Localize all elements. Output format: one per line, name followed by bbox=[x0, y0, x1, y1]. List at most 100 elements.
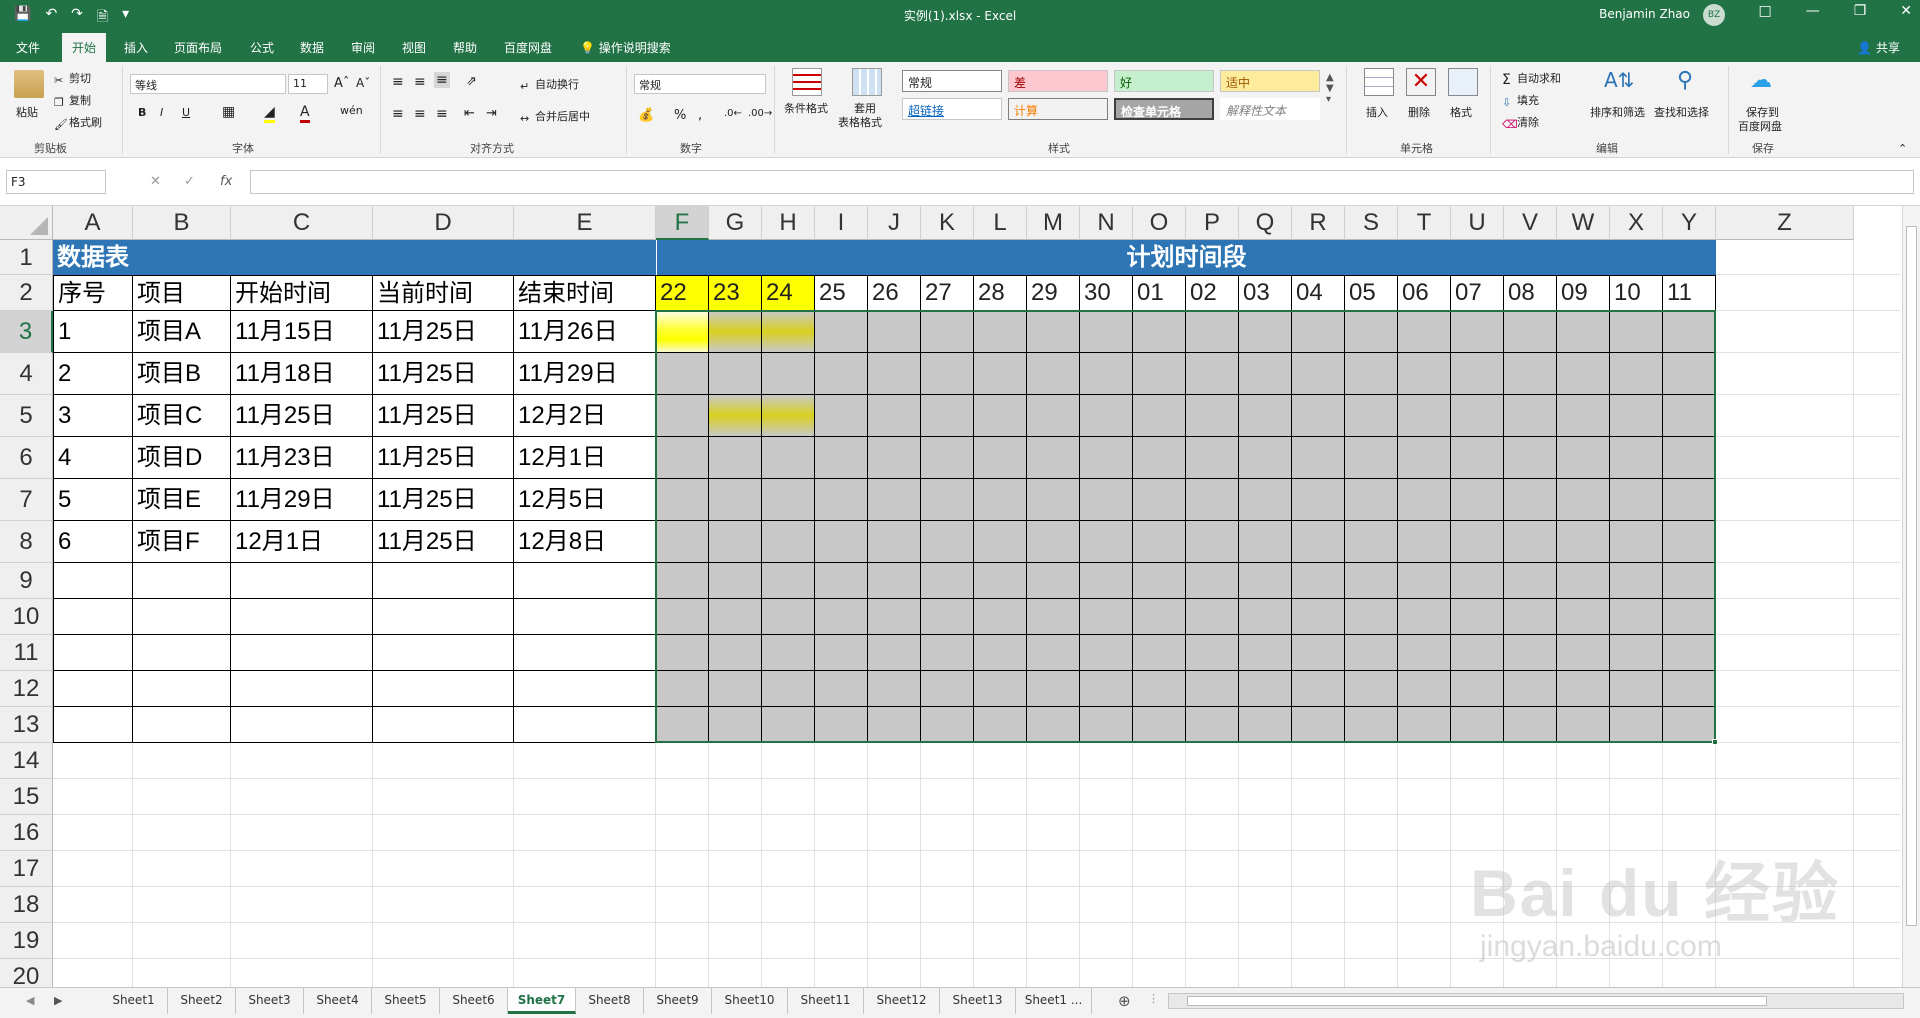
gantt-cell[interactable] bbox=[1610, 671, 1663, 707]
gantt-cell[interactable] bbox=[709, 671, 762, 707]
column-header-i[interactable]: I bbox=[815, 206, 868, 240]
date-header-cell[interactable]: 02 bbox=[1186, 275, 1239, 311]
gantt-cell[interactable] bbox=[1133, 635, 1186, 671]
borders-icon[interactable]: ▦ bbox=[222, 104, 235, 120]
gantt-cell[interactable] bbox=[656, 353, 709, 395]
gantt-cell[interactable] bbox=[1133, 479, 1186, 521]
tell-me-search[interactable]: 💡 操作说明搜索 bbox=[580, 39, 671, 56]
close-icon[interactable]: ✕ bbox=[1900, 3, 1912, 19]
conditional-format-button[interactable]: 条件格式 bbox=[784, 100, 828, 116]
table-cell[interactable] bbox=[231, 599, 373, 635]
gantt-cell[interactable] bbox=[1292, 635, 1345, 671]
gantt-cell[interactable] bbox=[656, 521, 709, 563]
gantt-cell[interactable] bbox=[1027, 437, 1080, 479]
gantt-cell[interactable] bbox=[1451, 437, 1504, 479]
gantt-cell[interactable] bbox=[762, 635, 815, 671]
sort-filter-icon[interactable]: A⇅ bbox=[1604, 68, 1634, 96]
gantt-cell[interactable] bbox=[1239, 521, 1292, 563]
gantt-cell[interactable] bbox=[1133, 707, 1186, 743]
gantt-cell[interactable] bbox=[1557, 707, 1610, 743]
collapse-ribbon-icon[interactable]: ⌃ bbox=[1898, 142, 1907, 155]
gantt-cell[interactable] bbox=[921, 521, 974, 563]
gantt-cell[interactable] bbox=[1610, 479, 1663, 521]
table-cell[interactable]: 11月29日 bbox=[514, 353, 656, 395]
gantt-cell[interactable] bbox=[709, 353, 762, 395]
gantt-cell[interactable] bbox=[868, 395, 921, 437]
gantt-cell[interactable] bbox=[656, 635, 709, 671]
tab-formulas[interactable]: 公式 bbox=[250, 39, 274, 56]
gantt-cell[interactable] bbox=[1080, 707, 1133, 743]
gantt-cell[interactable] bbox=[1080, 479, 1133, 521]
table-cell[interactable]: 11月25日 bbox=[373, 521, 514, 563]
row-header-18[interactable]: 18 bbox=[0, 887, 53, 923]
gantt-cell[interactable] bbox=[1239, 563, 1292, 599]
gantt-cell[interactable] bbox=[1451, 707, 1504, 743]
gantt-cell[interactable] bbox=[1027, 521, 1080, 563]
gantt-cell[interactable] bbox=[815, 353, 868, 395]
gantt-cell[interactable] bbox=[1398, 353, 1451, 395]
row-header-2[interactable]: 2 bbox=[0, 275, 53, 311]
gantt-cell[interactable] bbox=[656, 395, 709, 437]
gantt-cell[interactable] bbox=[1133, 671, 1186, 707]
table-cell[interactable]: 2 bbox=[53, 353, 133, 395]
tab-splitter-icon[interactable]: ⋮ bbox=[1148, 992, 1159, 1005]
format-cells-button[interactable]: 格式 bbox=[1450, 104, 1472, 120]
tab-insert[interactable]: 插入 bbox=[124, 39, 148, 56]
gantt-cell[interactable] bbox=[709, 437, 762, 479]
tab-baidu-pan[interactable]: 百度网盘 bbox=[504, 39, 552, 56]
gantt-cell[interactable] bbox=[921, 635, 974, 671]
gantt-cell[interactable] bbox=[974, 521, 1027, 563]
horizontal-scrollbar[interactable] bbox=[1168, 993, 1904, 1009]
row-header-20[interactable]: 20 bbox=[0, 959, 53, 987]
sheet-tab[interactable]: Sheet3 bbox=[236, 988, 304, 1014]
table-cell[interactable] bbox=[133, 671, 231, 707]
gantt-cell[interactable] bbox=[1133, 599, 1186, 635]
gantt-cell[interactable] bbox=[1186, 311, 1239, 353]
gantt-cell[interactable] bbox=[762, 437, 815, 479]
gantt-cell[interactable] bbox=[1398, 635, 1451, 671]
column-header-a[interactable]: A bbox=[53, 206, 133, 240]
gantt-cell[interactable] bbox=[1345, 311, 1398, 353]
gantt-cell[interactable] bbox=[868, 599, 921, 635]
gantt-cell[interactable] bbox=[1451, 395, 1504, 437]
header-cell[interactable]: 开始时间 bbox=[231, 275, 373, 311]
gantt-cell[interactable] bbox=[1345, 353, 1398, 395]
gantt-cell[interactable] bbox=[1663, 437, 1716, 479]
row-header-7[interactable]: 7 bbox=[0, 479, 53, 521]
gantt-cell[interactable] bbox=[974, 437, 1027, 479]
gantt-cell[interactable] bbox=[1027, 599, 1080, 635]
gantt-cell[interactable] bbox=[656, 437, 709, 479]
gantt-cell[interactable] bbox=[1504, 563, 1557, 599]
align-bottom-icon[interactable]: ≡ bbox=[434, 72, 450, 88]
gantt-cell[interactable] bbox=[868, 671, 921, 707]
gantt-cell[interactable] bbox=[762, 353, 815, 395]
date-header-cell[interactable]: 27 bbox=[921, 275, 974, 311]
table-cell[interactable]: 12月1日 bbox=[231, 521, 373, 563]
gantt-cell[interactable] bbox=[709, 479, 762, 521]
gantt-cell[interactable] bbox=[815, 707, 868, 743]
table-cell[interactable] bbox=[133, 707, 231, 743]
clear-button[interactable]: ⌫清除 bbox=[1502, 114, 1539, 131]
gantt-cell[interactable] bbox=[656, 707, 709, 743]
gantt-cell[interactable] bbox=[762, 479, 815, 521]
gantt-cell[interactable] bbox=[762, 599, 815, 635]
table-cell[interactable]: 1 bbox=[53, 311, 133, 353]
data-table-title[interactable]: 数据表 bbox=[53, 240, 656, 275]
gantt-cell[interactable] bbox=[1557, 563, 1610, 599]
gantt-cell[interactable] bbox=[1345, 707, 1398, 743]
prev-sheet-icon[interactable]: ◀ bbox=[26, 994, 34, 1007]
gantt-cell[interactable] bbox=[1239, 599, 1292, 635]
date-header-cell[interactable]: 05 bbox=[1345, 275, 1398, 311]
row-header-6[interactable]: 6 bbox=[0, 437, 53, 479]
gantt-cell[interactable] bbox=[1133, 311, 1186, 353]
gantt-cell[interactable] bbox=[921, 563, 974, 599]
gantt-cell[interactable] bbox=[921, 707, 974, 743]
save-to-baidu-line2[interactable]: 百度网盘 bbox=[1738, 118, 1782, 134]
sheet-tab[interactable]: Sheet9 bbox=[644, 988, 712, 1014]
style-calculation[interactable]: 计算 bbox=[1008, 98, 1108, 120]
table-cell[interactable]: 11月18日 bbox=[231, 353, 373, 395]
header-cell[interactable]: 结束时间 bbox=[514, 275, 656, 311]
gantt-cell[interactable] bbox=[1610, 635, 1663, 671]
gantt-cell[interactable] bbox=[1133, 437, 1186, 479]
gantt-cell[interactable] bbox=[1239, 395, 1292, 437]
